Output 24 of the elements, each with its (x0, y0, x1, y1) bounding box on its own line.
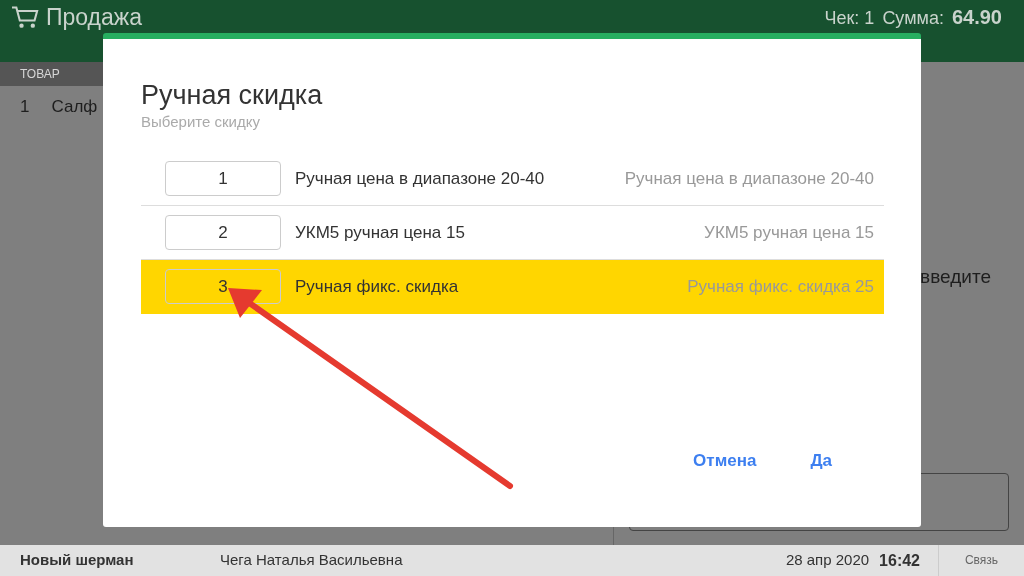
discount-option[interactable]: 3 Ручная фикс. скидка Ручная фикс. скидка 25 (141, 259, 884, 314)
cancel-button[interactable]: Отмена (681, 443, 769, 477)
cashier-name: Чега Наталья Васильевна (220, 550, 403, 571)
table-cell-text: Салф (51, 96, 98, 118)
connection-button[interactable]: Связь (938, 545, 1024, 576)
number-field: 1 (165, 160, 281, 196)
confirm-button[interactable]: Да (798, 443, 844, 477)
time-text: 16:42 (879, 550, 920, 571)
dialog-subtitle: Выберите скидку (141, 112, 261, 133)
store-name: Новый шерман (19, 550, 135, 571)
receipt-number: Чек: 1 (824, 7, 875, 30)
sum-label: Сумма: (882, 7, 944, 30)
prompt-text: введите (920, 265, 991, 290)
cart-icon (10, 4, 40, 30)
column-header: ТОВАР (20, 66, 60, 83)
discount-option[interactable]: 2 УКМ5 ручная цена 15 УКМ5 ручная цена 15 (141, 205, 884, 260)
sum-value: 64.90 (951, 5, 1002, 30)
discount-option[interactable]: 1 Ручная цена в диапазоне 20-40 Ручная цена в диапазоне 20-40 (141, 151, 884, 206)
screen-title: Продажа (46, 4, 142, 30)
number-field: 2 (165, 214, 281, 250)
number-field: 3 (165, 268, 281, 304)
date-text: 28 апр 2020 (785, 550, 870, 571)
table-cell-text: 1 (20, 96, 30, 118)
dialog-title: Ручная скидка (141, 79, 324, 112)
